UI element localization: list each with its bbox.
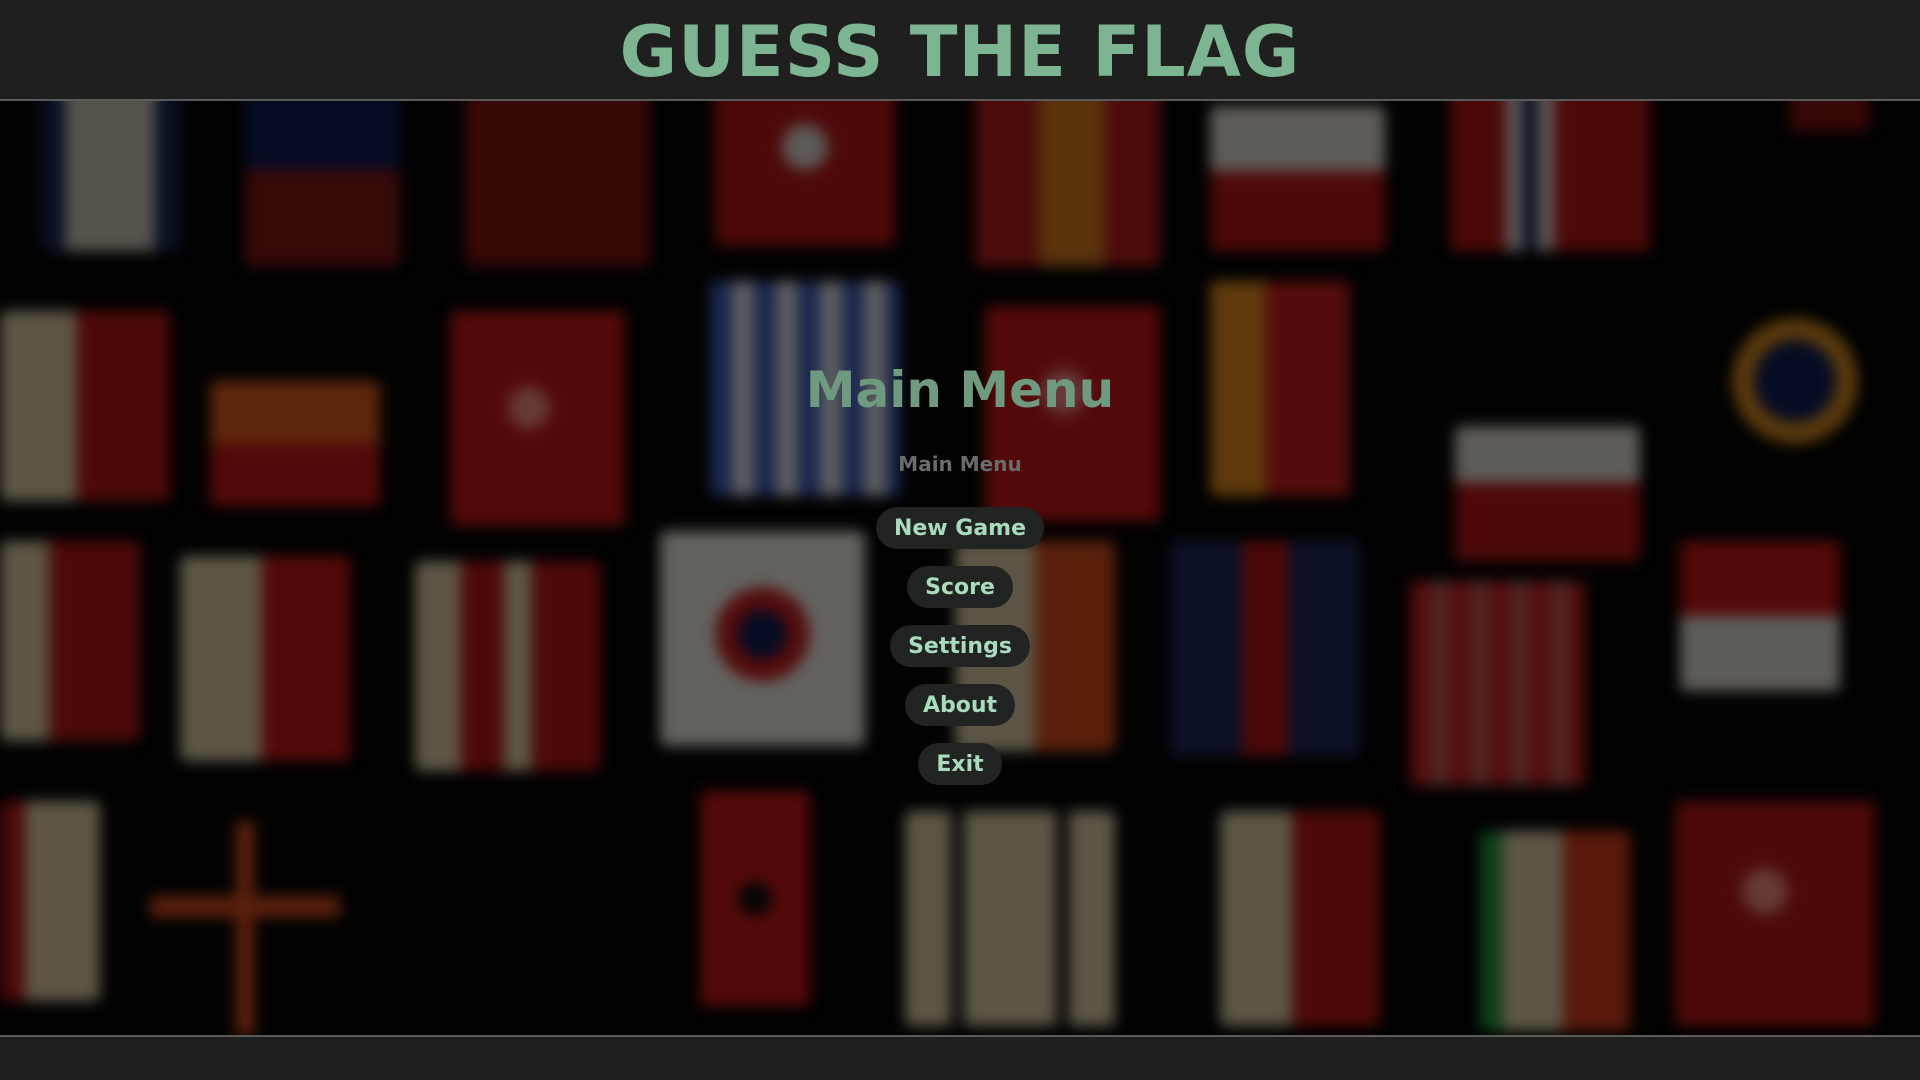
new-game-button[interactable]: New Game	[875, 507, 1045, 549]
menu-stage: Main Menu Main Menu New Game Score Setti…	[0, 101, 1920, 1035]
menu-button-list: New Game Score Settings About Exit	[0, 507, 1920, 802]
settings-button[interactable]: Settings	[890, 625, 1030, 667]
main-menu: Main Menu Main Menu New Game Score Setti…	[0, 101, 1920, 1035]
about-button[interactable]: About	[904, 684, 1016, 726]
score-button[interactable]: Score	[907, 566, 1013, 608]
menu-title: Main Menu	[805, 361, 1115, 419]
header-bar: GUESS THE FLAG	[0, 0, 1920, 101]
footer-bar	[0, 1035, 1920, 1080]
exit-button[interactable]: Exit	[918, 743, 1002, 785]
game-title: GUESS THE FLAG	[619, 10, 1301, 93]
menu-subtitle: Main Menu	[898, 452, 1022, 476]
